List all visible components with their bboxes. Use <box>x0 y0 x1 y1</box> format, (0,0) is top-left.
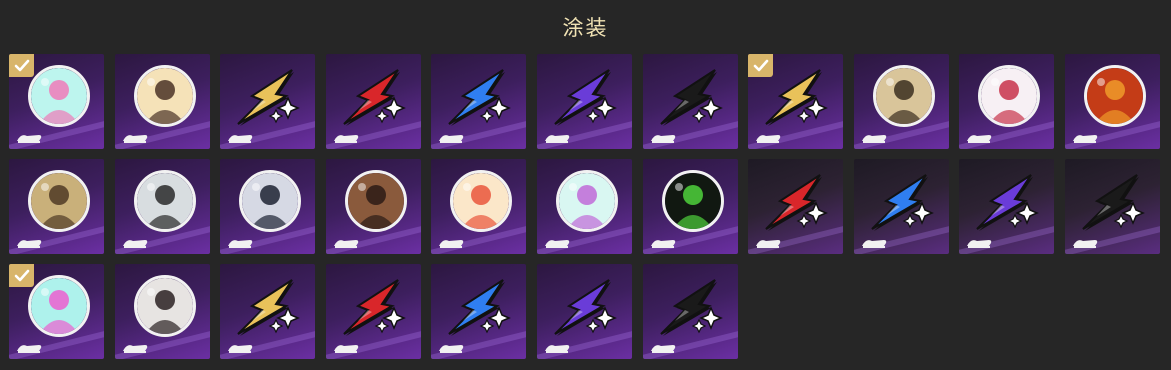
skin-item[interactable] <box>853 54 949 149</box>
skin-item[interactable] <box>325 159 421 254</box>
skin-item[interactable] <box>1064 54 1160 149</box>
character-portrait-medal-icon <box>133 65 196 127</box>
spray-type-icon <box>649 129 677 143</box>
skin-item[interactable] <box>642 264 738 359</box>
page-title: 涂装 <box>562 16 609 40</box>
skin-item[interactable] <box>9 54 104 149</box>
pink-cat-medal-icon <box>28 275 90 337</box>
skull-mask-medal-icon <box>133 170 196 232</box>
spray-type-icon <box>649 339 677 353</box>
red-star-spray-icon <box>338 276 410 338</box>
skin-item[interactable] <box>536 264 632 359</box>
skin-item[interactable] <box>220 54 316 149</box>
skin-item[interactable] <box>748 54 844 149</box>
dark-haired-girl-medal-icon <box>133 275 196 337</box>
black-star-spray-icon <box>1077 171 1149 233</box>
spray-type-icon <box>543 339 571 353</box>
spray-type-icon <box>121 339 149 353</box>
spray-type-icon <box>437 339 465 353</box>
spray-type-icon <box>226 234 254 248</box>
skin-item[interactable] <box>114 264 210 359</box>
spray-type-icon <box>332 339 360 353</box>
skin-item[interactable] <box>431 264 527 359</box>
spray-type-icon <box>15 234 43 248</box>
skin-item[interactable] <box>536 54 632 149</box>
spray-type-icon <box>1071 234 1099 248</box>
spray-art-medal-icon <box>28 65 90 127</box>
skin-item[interactable] <box>959 159 1055 254</box>
spray-type-icon <box>860 234 888 248</box>
skin-item[interactable] <box>9 159 104 254</box>
gold-star-spray-icon <box>232 66 304 128</box>
skin-item[interactable] <box>325 264 421 359</box>
skin-item[interactable] <box>431 54 527 149</box>
skin-item[interactable] <box>220 159 316 254</box>
equipped-check-icon <box>748 54 774 77</box>
skin-item[interactable] <box>853 159 949 254</box>
equipped-check-icon <box>9 54 34 77</box>
skin-item[interactable] <box>114 159 210 254</box>
skin-item[interactable] <box>959 54 1055 149</box>
spray-type-icon <box>15 339 43 353</box>
spray-type-icon <box>226 129 254 143</box>
blue-star-spray-icon <box>443 66 515 128</box>
skin-item[interactable] <box>1064 159 1160 254</box>
skin-item[interactable] <box>9 264 104 359</box>
red-star-spray-icon <box>760 171 832 233</box>
spray-type-icon <box>121 129 149 143</box>
spray-type-icon <box>543 234 571 248</box>
anime-girl-medal-icon <box>978 65 1041 127</box>
skin-item[interactable] <box>642 159 738 254</box>
emblem-logo-medal-icon <box>872 65 935 127</box>
skin-item[interactable] <box>220 264 316 359</box>
skin-item[interactable] <box>748 159 844 254</box>
spray-type-icon <box>649 234 677 248</box>
black-star-spray-icon <box>655 66 727 128</box>
gold-star-spray-icon <box>232 276 304 338</box>
purple-star-spray-icon <box>549 276 621 338</box>
spray-type-icon <box>543 129 571 143</box>
dark-hair-character-medal-icon <box>239 170 302 232</box>
warrior-portrait-medal-icon <box>28 170 90 232</box>
red-creature-medal-icon <box>1083 65 1146 127</box>
planet-doodle-medal-icon <box>555 170 618 232</box>
black-star-spray-icon <box>655 276 727 338</box>
purple-star-spray-icon <box>971 171 1043 233</box>
green-flame-medal-icon <box>661 170 724 232</box>
skin-item[interactable] <box>114 54 210 149</box>
spray-type-icon <box>754 129 782 143</box>
spray-type-icon <box>965 234 993 248</box>
skin-grid <box>9 54 1160 359</box>
equipped-check-icon <box>9 264 34 287</box>
spray-type-icon <box>437 129 465 143</box>
skin-item[interactable] <box>325 54 421 149</box>
spray-type-icon <box>15 129 43 143</box>
spray-type-icon <box>965 129 993 143</box>
cute-creatures-medal-icon <box>450 170 513 232</box>
blue-star-spray-icon <box>866 171 938 233</box>
spray-type-icon <box>754 234 782 248</box>
skin-item[interactable] <box>431 159 527 254</box>
red-star-spray-icon <box>338 66 410 128</box>
spray-type-icon <box>1071 129 1099 143</box>
skin-item[interactable] <box>536 159 632 254</box>
blue-star-spray-icon <box>443 276 515 338</box>
spray-type-icon <box>437 234 465 248</box>
spray-type-icon <box>121 234 149 248</box>
skin-item[interactable] <box>642 54 738 149</box>
spray-type-icon <box>332 129 360 143</box>
spray-type-icon <box>860 129 888 143</box>
two-characters-medal-icon <box>344 170 407 232</box>
purple-star-spray-icon <box>549 66 621 128</box>
spray-type-icon <box>332 234 360 248</box>
spray-type-icon <box>226 339 254 353</box>
